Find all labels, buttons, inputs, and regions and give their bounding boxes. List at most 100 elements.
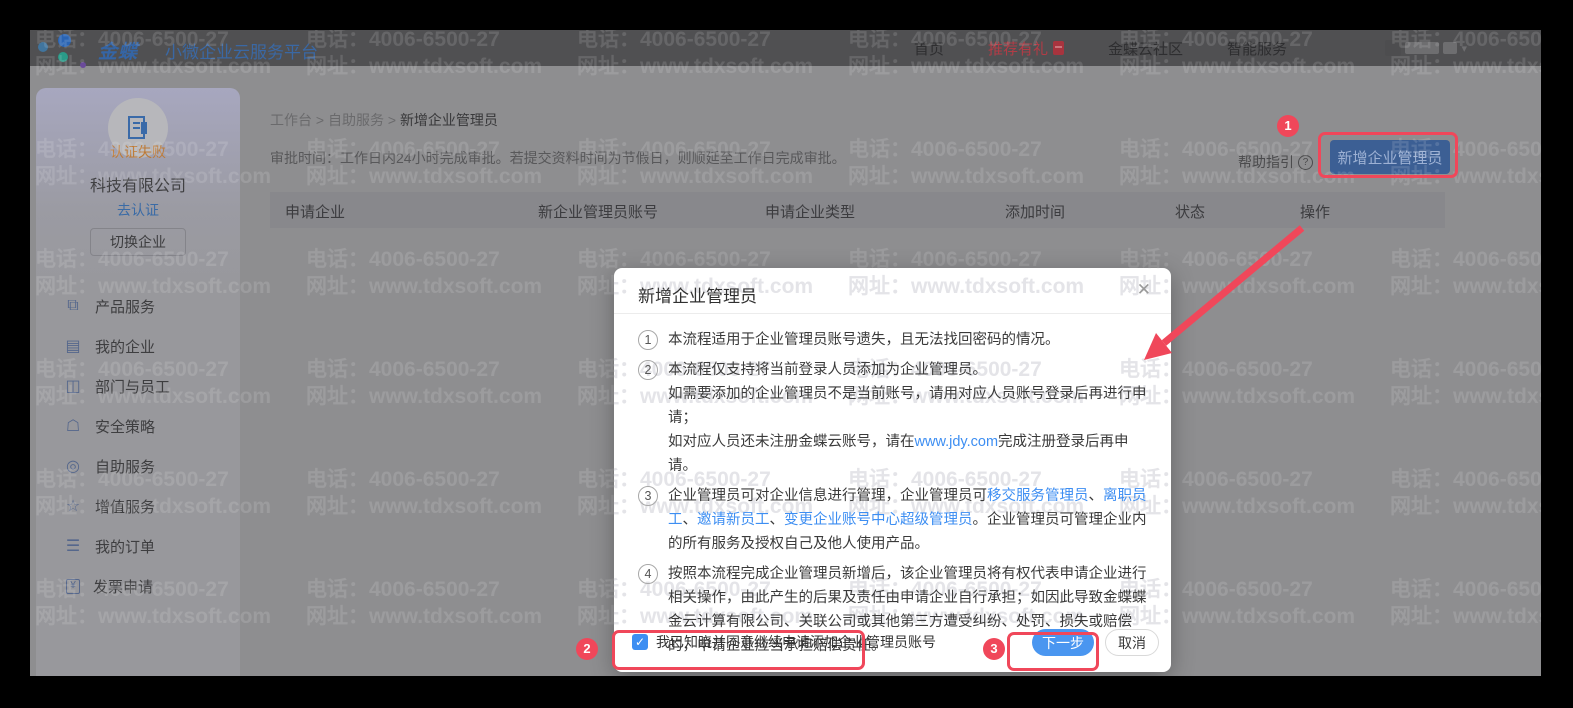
text-segment: 、 <box>770 512 785 528</box>
company-icon: ▤ <box>64 336 82 356</box>
sidebar-item-label: 增值服务 <box>95 496 155 517</box>
next-step-button[interactable]: 下一步 <box>1032 629 1094 656</box>
checkbox-checked-icon[interactable]: ✓ <box>632 634 648 650</box>
sidebar-item-label: 自助服务 <box>95 456 155 477</box>
approval-note: 审批时间：工作日内24小时完成审批。若提交资料时间为节假日，则顺延至工作日完成审… <box>270 148 846 168</box>
self-service-icon: ◎ <box>64 456 82 476</box>
company-doc-icon <box>124 114 152 142</box>
watermark-text: 电话：4006-6500-27网址：www.tdxsoft.com <box>306 356 542 410</box>
text-segment: 、 <box>683 512 698 528</box>
orders-icon: ☰ <box>64 536 82 556</box>
sidebar-item-label: 部门与员工 <box>95 376 170 397</box>
sidebar-menu: ⧉ 产品服务 ▤ 我的企业 ◫ 部门与员工 ☖ 安全策略 ◎ 自助服务 ☆增值服务 ☰ 我的订单 ¥ 发票申… <box>36 286 240 606</box>
instruction-number: 3 <box>638 486 658 506</box>
watermark-text: 电话：4006-6500-27网址：www.tdxsoft.com <box>1390 466 1541 520</box>
sidebar-item-2[interactable]: ▤ 我的企业 <box>36 326 240 366</box>
sidebar-item-label: 发票申请 <box>93 576 153 597</box>
screenshot-stage: 金蝶 小微企业云服务平台 首页 推荐有礼 金蝶云社区 智能服务 ▾ 认证失败 <box>0 0 1573 708</box>
modal-instructions: 1 本流程适用于企业管理员账号遗失，且无法找回密码的情况。 2本流程仅支持将当前登录… <box>638 328 1147 664</box>
sidebar: 认证失败 科技有限公司 去认证 切换企业 ⧉产品服务▤我的企业◫部门与员工☖安全… <box>36 88 240 676</box>
sidebar-item-5[interactable]: ◎ 自助服务 <box>36 446 240 486</box>
sidebar-item-4[interactable]: ☖ 安全策略 <box>36 406 240 446</box>
instruction-text: 企业管理员可对企业信息进行管理，企业管理员可移交服务管理员、离职员工、邀请新员工… <box>668 484 1147 556</box>
breadcrumb-item[interactable]: 工作台 <box>270 112 312 128</box>
nav-item[interactable]: 智能服务 <box>1227 38 1287 59</box>
agree-checkbox-row[interactable]: ✓ 我已知晓并同意继续申请添加企业管理员账号 <box>632 632 936 652</box>
sidebar-item-label: 我的订单 <box>95 536 155 557</box>
sidebar-item-1[interactable]: ⧉ 产品服务 <box>36 286 240 326</box>
text-segment: 企业管理员可对企业信息进行管理，企业管理员可 <box>668 488 987 504</box>
logo-dot-purple <box>80 62 86 68</box>
table-col-header: 状态 <box>1175 201 1205 222</box>
sidebar-item-label: 安全策略 <box>95 416 155 437</box>
watermark-text: 电话：4006-6500-27网址：www.tdxsoft.com <box>1390 576 1541 630</box>
instruction-item-3: 3 企业管理员可对企业信息进行管理，企业管理员可移交服务管理员、离职员工、邀请新员… <box>638 484 1147 556</box>
logo-dot-blue <box>58 34 71 47</box>
switch-company-button[interactable]: 切换企业 <box>90 228 186 256</box>
breadcrumb-separator: > <box>312 112 328 128</box>
table-col-header: 添加时间 <box>1005 201 1065 222</box>
modal-footer: ✓ 我已知晓并同意继续申请添加企业管理员账号 下一步 取消 <box>614 620 1171 672</box>
chevron-down-icon: ▾ <box>1461 42 1467 55</box>
question-icon: ? <box>1298 155 1313 170</box>
sidebar-item-label: 产品服务 <box>95 296 155 317</box>
logo-dot-azure <box>38 42 48 52</box>
modal-title: 新增企业管理员 <box>638 282 757 307</box>
inline-link[interactable]: 邀请新员工 <box>697 512 770 528</box>
modal-header: 新增企业管理员 ✕ <box>614 268 1171 314</box>
watermark-text: 电话：4006-6500-27网址：www.tdxsoft.com <box>1390 246 1541 300</box>
user-name-blurred <box>1405 42 1439 54</box>
table-col-header: 操作 <box>1300 201 1330 222</box>
breadcrumb: 工作台 > 自助服务 > 新增企业管理员 <box>270 110 498 130</box>
nav-item[interactable]: 金蝶云社区 <box>1108 38 1183 59</box>
platform-tagline: 小微企业云服务平台 <box>165 38 318 63</box>
instruction-number: 2 <box>638 360 658 380</box>
text-segment: 、 <box>1089 488 1104 504</box>
user-avatar <box>1385 40 1401 56</box>
invoice-icon: ¥ <box>66 579 80 594</box>
table-col-header: 新企业管理员账号 <box>538 201 658 222</box>
red-envelope-icon <box>1053 41 1064 55</box>
table-col-header: 申请企业 <box>285 201 345 222</box>
watermark-text: 电话：4006-6500-27网址：www.tdxsoft.com <box>306 466 542 520</box>
add-admin-button[interactable]: 新增企业管理员 <box>1330 140 1450 174</box>
breadcrumb-item[interactable]: 自助服务 <box>328 112 384 128</box>
watermark-text: 电话：4006-6500-27网址：www.tdxsoft.com <box>306 576 542 630</box>
instruction-number: 1 <box>638 330 658 350</box>
breadcrumb-item: 新增企业管理员 <box>400 112 498 128</box>
nav-item[interactable]: 推荐有礼 <box>988 38 1064 59</box>
layers-icon: ⧉ <box>64 297 82 315</box>
inline-link[interactable]: 变更企业账号中心超级管理员 <box>784 512 973 528</box>
sidebar-item-label: 我的企业 <box>95 336 155 357</box>
instruction-number: 4 <box>638 564 658 584</box>
sidebar-item-6[interactable]: ☆增值服务 <box>36 486 240 526</box>
top-navbar: 金蝶 小微企业云服务平台 首页 推荐有礼 金蝶云社区 智能服务 ▾ <box>30 30 1541 66</box>
go-verify-link[interactable]: 去认证 <box>36 200 240 220</box>
logo-dot-teal <box>58 52 68 62</box>
add-admin-modal: 电话：4006-6500-27网址：www.tdxsoft.com电话：4006… <box>614 268 1171 672</box>
sidebar-item-7[interactable]: ☰ 我的订单 <box>36 526 240 566</box>
watermark-text: 电话：4006-6500-27网址：www.tdxsoft.com <box>1390 356 1541 410</box>
sidebar-item-8[interactable]: ¥ 发票申请 <box>36 566 240 606</box>
table-header-row: 申请企业 新企业管理员账号 申请企业类型 添加时间 状态 操作 <box>270 192 1445 228</box>
close-icon[interactable]: ✕ <box>1137 280 1151 300</box>
inline-link[interactable]: 移交服务管理员 <box>987 488 1089 504</box>
shield-icon: ☖ <box>64 416 82 436</box>
user-account-chip[interactable]: ▾ <box>1385 38 1467 58</box>
instruction-item-1: 1 本流程适用于企业管理员账号遗失，且无法找回密码的情况。 <box>638 328 1147 352</box>
cert-status-badge: 认证失败 <box>36 142 240 162</box>
breadcrumb-separator: > <box>384 112 400 128</box>
watermark-text: 电话：4006-6500-27网址：www.tdxsoft.com <box>306 246 542 300</box>
text-segment: 本流程适用于企业管理员账号遗失，且无法找回密码的情况。 <box>668 332 1060 348</box>
watermark-text: 电话：4006-6500-27网址：www.tdxsoft.com <box>848 136 1084 190</box>
kingdee-logo: 金蝶 <box>98 37 138 64</box>
instruction-item-2: 2本流程仅支持将当前登录人员添加为企业管理员。 如需要添加的企业管理员不是当前账… <box>638 358 1147 478</box>
inline-link[interactable]: www.jdy.com <box>915 434 999 450</box>
agree-checkbox-label: 我已知晓并同意继续申请添加企业管理员账号 <box>656 632 936 652</box>
sidebar-item-3[interactable]: ◫ 部门与员工 <box>36 366 240 406</box>
table-col-header: 申请企业类型 <box>765 201 855 222</box>
people-icon: ◫ <box>64 376 82 396</box>
nav-item[interactable]: 首页 <box>914 38 944 59</box>
cancel-button[interactable]: 取消 <box>1105 629 1159 656</box>
help-guide-link[interactable]: 帮助指引 ? <box>1238 152 1313 172</box>
